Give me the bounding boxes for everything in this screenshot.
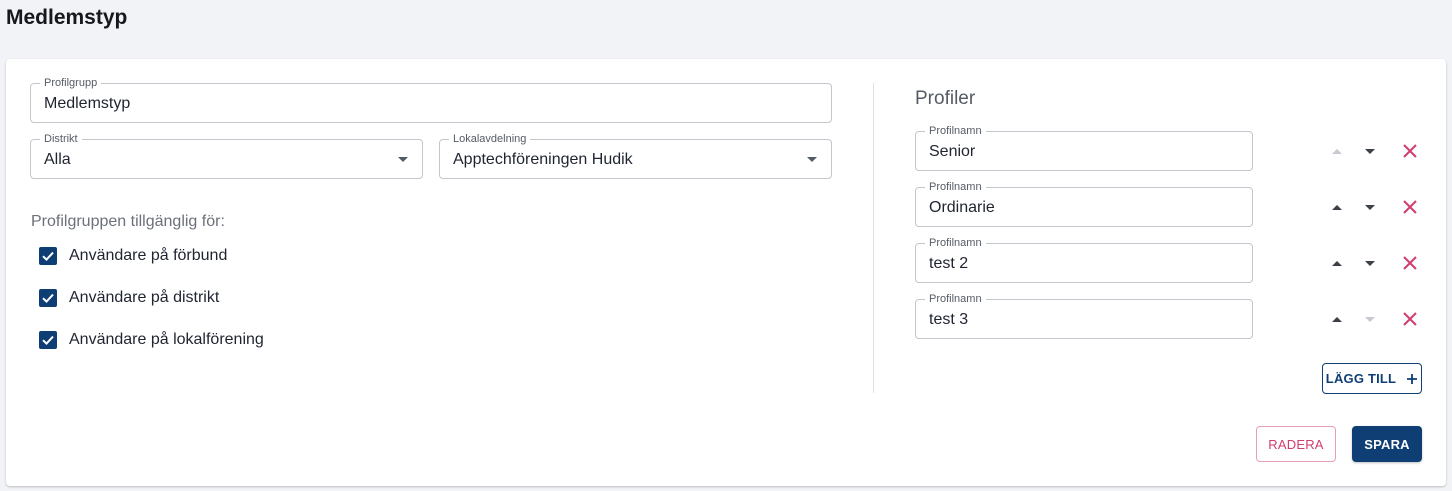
profile-name-value: Ordinarie bbox=[929, 199, 995, 216]
move-down-button[interactable] bbox=[1362, 311, 1378, 327]
add-profile-label: LÄGG TILL bbox=[1325, 371, 1397, 386]
dropdown-arrow-icon[interactable] bbox=[807, 157, 817, 162]
lokalavdelning-select[interactable]: Lokalavdelning Apptechföreningen Hudik bbox=[439, 132, 832, 179]
distrikt-select[interactable]: Distrikt Alla bbox=[30, 132, 423, 179]
profile-name-field[interactable]: Profilnamn Senior bbox=[915, 124, 1253, 171]
arrow-up-icon bbox=[1332, 204, 1342, 210]
distrikt-label: Distrikt bbox=[40, 132, 82, 146]
arrow-up-icon bbox=[1332, 316, 1342, 322]
arrow-down-icon bbox=[1365, 204, 1375, 210]
delete-button[interactable]: RADERA bbox=[1256, 426, 1336, 462]
move-up-button[interactable] bbox=[1329, 311, 1345, 327]
remove-profile-button[interactable] bbox=[1400, 141, 1420, 161]
availability-label: Profilgruppen tillgänglig för: bbox=[31, 213, 225, 230]
profile-name-label: Profilnamn bbox=[925, 236, 986, 250]
profile-group-card: Profilgrupp Medlemstyp Distrikt Alla Lok… bbox=[6, 59, 1446, 486]
move-up-button[interactable] bbox=[1329, 143, 1345, 159]
column-divider bbox=[873, 83, 874, 393]
profile-name-label: Profilnamn bbox=[925, 292, 986, 306]
move-down-button[interactable] bbox=[1362, 255, 1378, 271]
close-icon bbox=[1403, 312, 1417, 326]
checkbox-checked-icon[interactable] bbox=[39, 247, 57, 265]
checkbox-forbund[interactable]: Användare på förbund bbox=[39, 246, 227, 266]
dropdown-arrow-icon[interactable] bbox=[398, 157, 408, 162]
move-up-button[interactable] bbox=[1329, 199, 1345, 215]
profile-name-value: Senior bbox=[929, 143, 976, 160]
remove-profile-button[interactable] bbox=[1400, 253, 1420, 273]
profile-name-field[interactable]: Profilnamn Ordinarie bbox=[915, 180, 1253, 227]
checkbox-checked-icon[interactable] bbox=[39, 331, 57, 349]
checkbox-lokalforening-label: Användare på lokalförening bbox=[69, 331, 264, 348]
profiles-title: Profiler bbox=[915, 88, 976, 109]
plus-icon bbox=[1406, 373, 1418, 385]
checkbox-lokalforening[interactable]: Användare på lokalförening bbox=[39, 330, 264, 350]
lokalavdelning-value: Apptechföreningen Hudik bbox=[453, 151, 633, 168]
move-down-button[interactable] bbox=[1362, 199, 1378, 215]
move-down-button[interactable] bbox=[1362, 143, 1378, 159]
profile-name-field[interactable]: Profilnamn test 3 bbox=[915, 292, 1253, 339]
profile-name-label: Profilnamn bbox=[925, 124, 986, 138]
close-icon bbox=[1403, 256, 1417, 270]
profile-name-label: Profilnamn bbox=[925, 180, 986, 194]
profilgrupp-field[interactable]: Profilgrupp Medlemstyp bbox=[30, 76, 832, 123]
lokalavdelning-label: Lokalavdelning bbox=[449, 132, 531, 146]
arrow-down-icon bbox=[1365, 260, 1375, 266]
remove-profile-button[interactable] bbox=[1400, 197, 1420, 217]
checkbox-distrikt-label: Användare på distrikt bbox=[69, 289, 220, 306]
arrow-up-icon bbox=[1332, 260, 1342, 266]
profile-name-value: test 2 bbox=[929, 255, 969, 272]
close-icon bbox=[1403, 144, 1417, 158]
page-title: Medlemstyp bbox=[6, 6, 128, 29]
close-icon bbox=[1403, 200, 1417, 214]
checkbox-distrikt[interactable]: Användare på distrikt bbox=[39, 288, 219, 308]
save-button[interactable]: SPARA bbox=[1352, 426, 1422, 462]
add-profile-button[interactable]: LÄGG TILL bbox=[1322, 363, 1422, 394]
distrikt-value: Alla bbox=[44, 151, 71, 168]
arrow-up-icon bbox=[1332, 148, 1342, 154]
arrow-down-icon bbox=[1365, 316, 1375, 322]
remove-profile-button[interactable] bbox=[1400, 309, 1420, 329]
profilgrupp-label: Profilgrupp bbox=[40, 76, 102, 90]
move-up-button[interactable] bbox=[1329, 255, 1345, 271]
profilgrupp-value: Medlemstyp bbox=[44, 95, 131, 112]
arrow-down-icon bbox=[1365, 148, 1375, 154]
checkbox-forbund-label: Användare på förbund bbox=[69, 247, 228, 264]
profile-name-value: test 3 bbox=[929, 311, 969, 328]
checkbox-checked-icon[interactable] bbox=[39, 289, 57, 307]
profile-name-field[interactable]: Profilnamn test 2 bbox=[915, 236, 1253, 283]
